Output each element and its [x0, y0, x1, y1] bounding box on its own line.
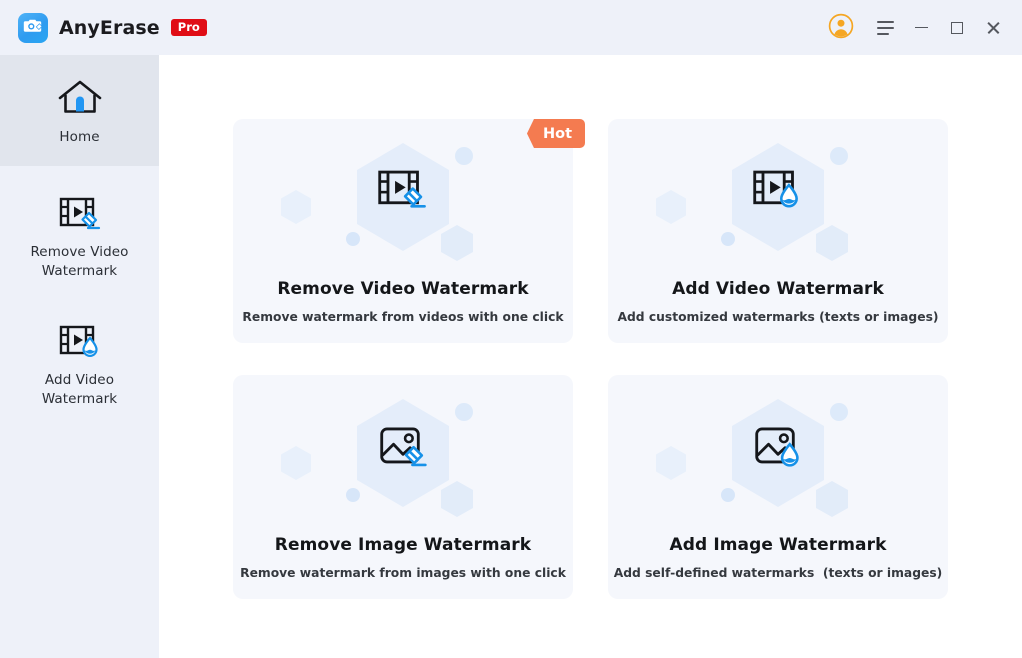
maximize-button[interactable] — [940, 11, 974, 45]
hamburger-menu-icon — [877, 21, 894, 35]
close-icon — [986, 20, 1001, 35]
sidebar-item-home[interactable]: Home — [0, 55, 159, 166]
pro-badge: Pro — [171, 19, 207, 37]
feature-card-remove-image-watermark[interactable]: Remove Image Watermark Remove watermark … — [233, 375, 573, 599]
card-description: Remove watermark from videos with one cl… — [233, 310, 573, 324]
app-window: AnyErase Pro — [0, 0, 1022, 658]
feature-card-grid: Hot — [233, 119, 947, 599]
video-droplet-icon — [57, 320, 103, 362]
app-name: AnyErase — [59, 17, 160, 39]
app-logo — [18, 13, 48, 43]
card-artwork — [608, 383, 948, 533]
window-controls — [824, 11, 1022, 45]
user-avatar-icon — [828, 13, 854, 43]
window-body: Home Re — [0, 55, 1022, 658]
card-description: Add customized watermarks (texts or imag… — [608, 310, 948, 324]
sidebar-item-label: Home — [59, 128, 99, 148]
minimize-icon — [915, 27, 928, 29]
card-title: Remove Image Watermark — [233, 535, 573, 555]
main-content: Hot — [159, 55, 1022, 658]
sidebar-item-label: Remove VideoWatermark — [30, 243, 128, 282]
home-icon — [56, 77, 104, 119]
sidebar-item-add-video-watermark[interactable]: Add VideoWatermark — [0, 300, 159, 428]
card-artwork — [233, 383, 573, 533]
title-bar: AnyErase Pro — [0, 0, 1022, 55]
card-artwork — [233, 127, 573, 277]
sidebar-item-remove-video-watermark[interactable]: Remove VideoWatermark — [0, 166, 159, 300]
sidebar: Home Re — [0, 55, 159, 658]
maximize-icon — [951, 22, 963, 34]
sidebar-item-label: Add VideoWatermark — [42, 371, 117, 410]
account-avatar-button[interactable] — [824, 11, 858, 45]
feature-card-remove-video-watermark[interactable]: Hot — [233, 119, 573, 343]
card-description: Remove watermark from images with one cl… — [233, 566, 573, 580]
close-button[interactable] — [976, 11, 1010, 45]
video-eraser-icon — [57, 192, 103, 234]
card-title: Add Video Watermark — [608, 279, 948, 299]
camera-eraser-icon — [23, 17, 43, 39]
card-description: Add self-defined watermarks (texts or im… — [608, 566, 948, 580]
minimize-button[interactable] — [904, 11, 938, 45]
card-title: Remove Video Watermark — [233, 279, 573, 299]
feature-card-add-image-watermark[interactable]: Add Image Watermark Add self-defined wat… — [608, 375, 948, 599]
app-brand: AnyErase Pro — [0, 13, 207, 43]
card-artwork — [608, 127, 948, 277]
hot-badge: Hot — [527, 119, 585, 148]
menu-button[interactable] — [868, 11, 902, 45]
card-title: Add Image Watermark — [608, 535, 948, 555]
feature-card-add-video-watermark[interactable]: Add Video Watermark Add customized water… — [608, 119, 948, 343]
